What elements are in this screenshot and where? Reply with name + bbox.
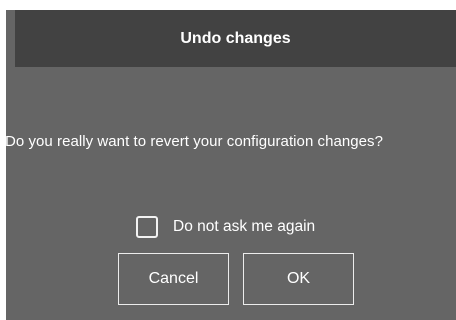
do-not-ask-again-checkbox[interactable] — [136, 216, 158, 238]
dialog-title: Undo changes — [180, 30, 291, 47]
dialog-message: Do you really want to revert your config… — [5, 133, 384, 150]
ok-button[interactable]: OK — [243, 253, 354, 305]
checkbox-label[interactable]: Do not ask me again — [173, 218, 315, 236]
screen: Undo changes Do you really want to rever… — [0, 0, 456, 320]
do-not-ask-again-option[interactable]: Do not ask me again — [136, 214, 315, 240]
cancel-button[interactable]: Cancel — [118, 253, 229, 305]
dialog-header: Undo changes — [15, 10, 456, 67]
undo-changes-dialog: Undo changes Do you really want to rever… — [5, 10, 456, 320]
